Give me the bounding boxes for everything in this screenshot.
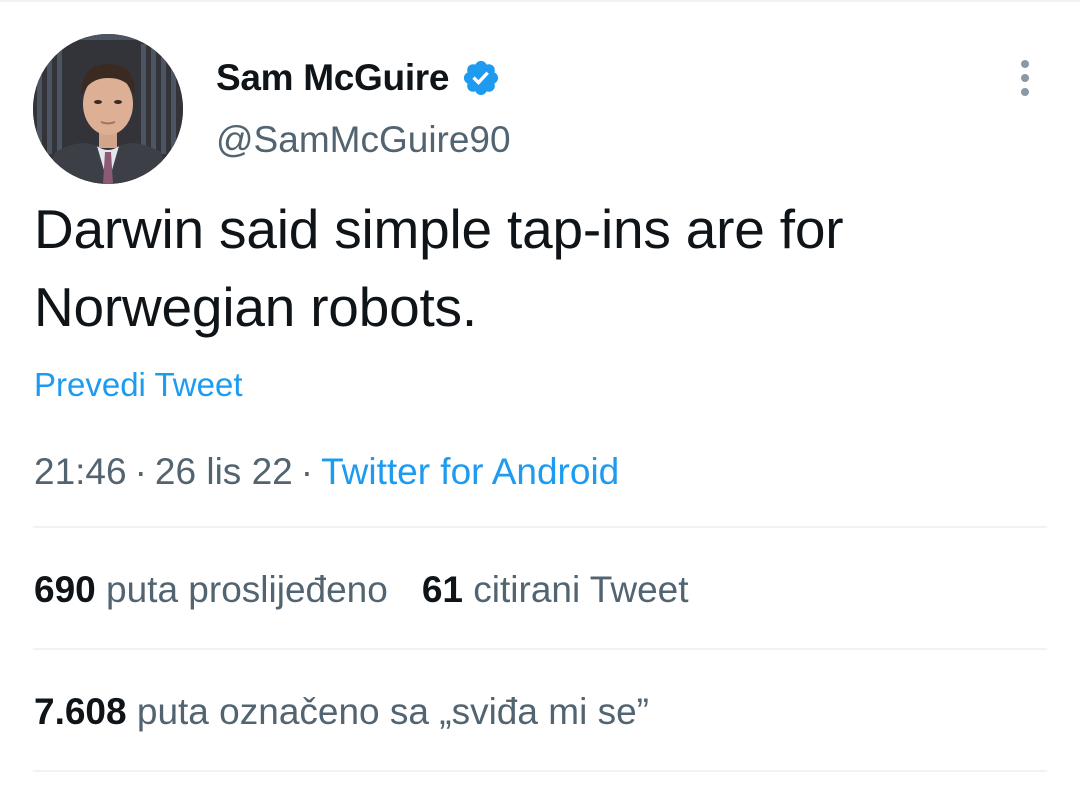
author-name-row: Sam McGuire (216, 56, 501, 100)
likes-stat[interactable]: 7.608 puta označeno sa „sviđa mi se” (34, 690, 649, 734)
retweets-count: 690 (34, 569, 96, 610)
author-handle[interactable]: @SamMcGuire90 (216, 118, 511, 162)
top-divider (0, 0, 1080, 2)
tweet-date[interactable]: 26 lis 22 (155, 451, 293, 492)
retweets-stat[interactable]: 690 puta proslijeđeno (34, 568, 388, 612)
tweet-time[interactable]: 21:46 (34, 451, 127, 492)
engagement-stats-row: 690 puta proslijeđeno 61 citirani Tweet (34, 568, 689, 612)
quotes-stat[interactable]: 61 citirani Tweet (422, 568, 689, 612)
divider (33, 648, 1047, 650)
likes-stats-row: 7.608 puta označeno sa „sviđa mi se” (34, 690, 649, 734)
more-vertical-icon[interactable] (1010, 58, 1040, 98)
quotes-label: citirani Tweet (473, 569, 689, 610)
divider (33, 770, 1047, 772)
avatar[interactable] (33, 34, 183, 184)
translate-tweet-link[interactable]: Prevedi Tweet (34, 365, 243, 405)
tweet-source-link[interactable]: Twitter for Android (321, 451, 619, 492)
quotes-count: 61 (421, 569, 463, 610)
tweet-metadata: 21:46 · 26 lis 22 · Twitter for Android (34, 450, 619, 494)
verified-badge-icon (461, 58, 501, 98)
likes-label: puta označeno sa „sviđa mi se” (136, 691, 649, 732)
divider (33, 526, 1047, 528)
retweets-label: puta proslijeđeno (106, 569, 388, 610)
display-name[interactable]: Sam McGuire (216, 56, 449, 100)
meta-separator: · (300, 451, 314, 492)
meta-separator: · (134, 451, 147, 492)
tweet-text: Darwin said simple tap-ins are for Norwe… (34, 198, 844, 338)
likes-count: 7.608 (34, 691, 127, 732)
